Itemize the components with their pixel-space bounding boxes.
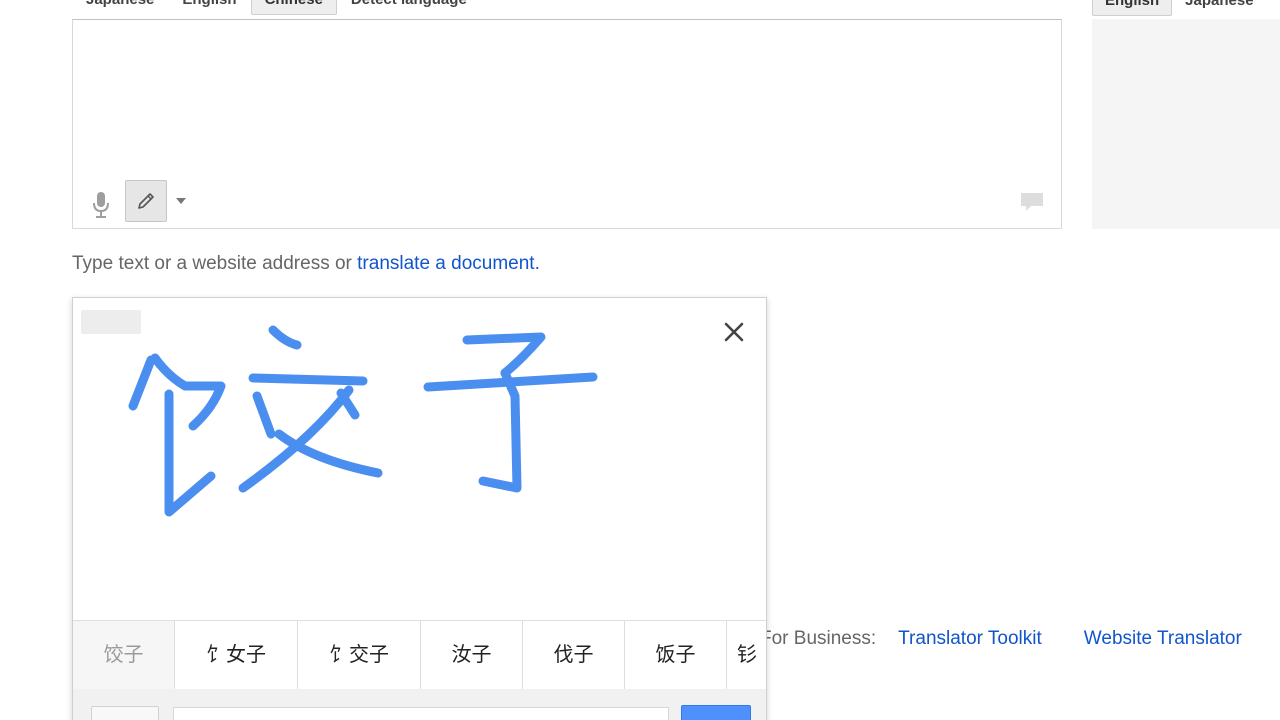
translate-document-link[interactable]: translate a document. [357,253,540,274]
tab-chinese[interactable]: Chinese [250,0,337,15]
candidate-item[interactable]: 饺子 [73,621,175,689]
handwriting-pencil-button[interactable] [125,180,167,222]
panel-drag-handle[interactable] [81,310,141,334]
tab-target-japanese[interactable]: Japanese [1172,0,1266,16]
target-language-tabs: English Japanese [1092,0,1267,16]
candidate-item[interactable]: 汝子 [421,621,523,689]
candidate-item[interactable]: 饣女子 [175,621,298,689]
ink-stroke [478,368,522,493]
handwriting-canvas[interactable] [73,298,766,620]
tab-detect-language[interactable]: Detect language [337,0,481,15]
ink-stroke [128,355,156,411]
source-text-input[interactable] [73,20,1061,170]
source-text-box [72,19,1062,229]
business-links: For Business: Translator Toolkit Website… [760,628,1280,650]
website-translator-link[interactable]: Website Translator [1084,628,1242,650]
handwriting-input-panel: 饺子 饣女子 饣交子 汝子 伐子 饭子 钐 [72,297,767,720]
input-hint: Type text or a website address or transl… [72,253,540,275]
close-icon[interactable] [722,320,746,344]
submit-button[interactable] [681,705,751,720]
hint-text: Type text or a website address or [72,253,358,274]
candidate-item[interactable]: 饣交子 [298,621,421,689]
translator-toolkit-link[interactable]: Translator Toolkit [898,628,1042,650]
undo-button[interactable] [91,706,159,720]
translate-page: Japanese English Chinese Detect language… [0,0,1280,720]
pencil-icon [138,193,154,209]
ink-stroke [252,391,276,439]
handwriting-toolbar [73,689,766,720]
ink-stroke [248,373,368,386]
tab-english[interactable]: English [168,0,250,15]
handwriting-preview-field[interactable] [173,707,669,720]
candidate-item[interactable]: 伐子 [523,621,625,689]
business-label: For Business: [760,628,877,649]
ink-stroke [462,332,546,378]
tab-target-english[interactable]: English [1092,0,1173,16]
translation-result-box [1092,19,1280,229]
candidate-item[interactable]: 饭子 [625,621,727,689]
source-language-tabs: Japanese English Chinese Detect language [72,0,481,15]
ink-stroke [268,325,302,350]
microphone-icon[interactable] [91,190,111,220]
candidate-item[interactable]: 钐 [727,621,766,689]
caret-down-icon[interactable] [174,194,188,206]
tab-japanese[interactable]: Japanese [72,0,168,15]
candidate-list: 饺子 饣女子 饣交子 汝子 伐子 饭子 钐 [73,620,766,690]
speech-bubble-icon[interactable] [1019,190,1045,214]
